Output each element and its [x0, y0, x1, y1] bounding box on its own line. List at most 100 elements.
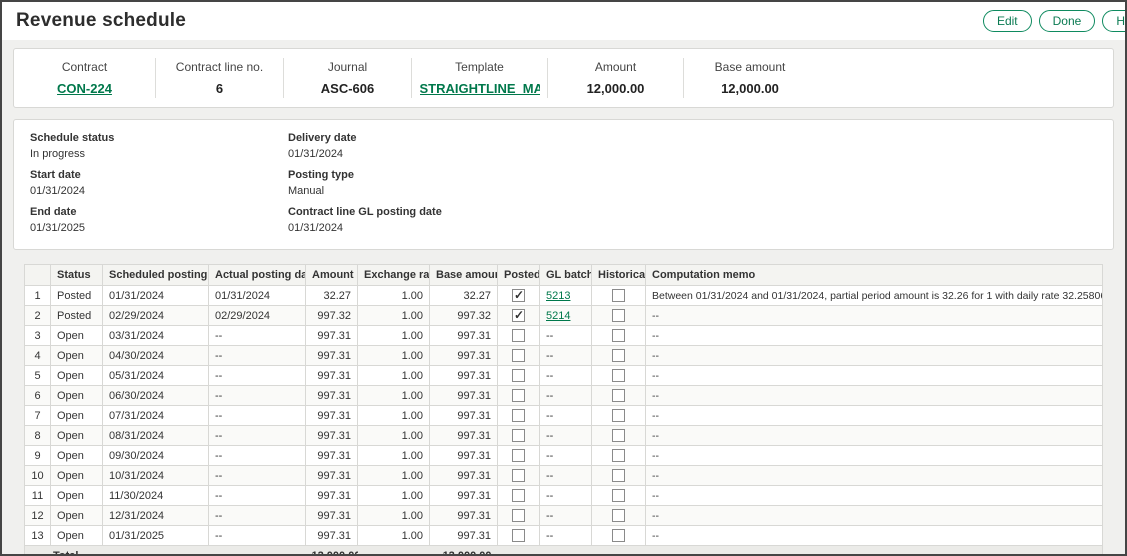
schedule-status-label: Schedule status [30, 132, 288, 144]
scheduled-posting-date-cell: 12/31/2024 [103, 506, 209, 526]
schedule-row: 11Open11/30/2024--997.311.00997.31---- [25, 486, 1103, 506]
historical-cell [592, 486, 646, 506]
scheduled-posting-date-cell: 05/31/2024 [103, 366, 209, 386]
gl-batch-link[interactable]: 5213 [546, 290, 570, 302]
summary-field-journal: Journal ASC-606 [284, 58, 412, 98]
schedule-row: 3Open03/31/2024--997.311.00997.31---- [25, 326, 1103, 346]
details-right-column: Delivery date 01/31/2024 Posting type Ma… [288, 132, 442, 243]
base-amount-cell: 997.31 [430, 526, 498, 546]
posted-checkbox[interactable] [512, 409, 525, 422]
posted-checkbox[interactable] [512, 449, 525, 462]
summary-field-base-amount: Base amount 12,000.00 [684, 58, 816, 98]
posted-checkbox[interactable] [512, 509, 525, 522]
historical-checkbox[interactable] [612, 329, 625, 342]
historical-checkbox[interactable] [612, 289, 625, 302]
posted-checkbox[interactable] [512, 369, 525, 382]
exchange-rate-cell: 1.00 [358, 326, 430, 346]
posting-type-field: Posting type Manual [288, 169, 442, 197]
base-amount-cell: 997.31 [430, 346, 498, 366]
status-cell: Open [51, 366, 103, 386]
column-header-exchange-rate: Exchange rate [358, 265, 430, 286]
historical-checkbox[interactable] [612, 429, 625, 442]
template-link[interactable]: STRAIGHTLINE_MANUAL [420, 81, 540, 96]
column-header-amount: Amount [306, 265, 358, 286]
row-number-cell: 4 [25, 346, 51, 366]
posted-checkbox[interactable] [512, 529, 525, 542]
schedule-table-head-row: StatusScheduled posting dateActual posti… [25, 265, 1103, 286]
historical-cell [592, 346, 646, 366]
total-spacer [646, 546, 1103, 555]
amount-cell: 997.31 [306, 346, 358, 366]
posted-checkbox[interactable] [512, 389, 525, 402]
scheduled-posting-date-cell: 10/31/2024 [103, 466, 209, 486]
base-amount-cell: 997.31 [430, 406, 498, 426]
amount-cell: 997.31 [306, 366, 358, 386]
computation-memo-cell: -- [646, 526, 1103, 546]
amount-cell: 997.31 [306, 506, 358, 526]
posted-checkbox[interactable] [512, 469, 525, 482]
base-amount-cell: 997.31 [430, 506, 498, 526]
historical-checkbox[interactable] [612, 529, 625, 542]
total-spacer [592, 546, 646, 555]
gl-batch-cell: -- [540, 326, 592, 346]
exchange-rate-cell: 1.00 [358, 306, 430, 326]
amount-cell: 997.31 [306, 406, 358, 426]
historical-checkbox[interactable] [612, 409, 625, 422]
amount-label: Amount [595, 60, 636, 74]
posted-checkbox[interactable] [512, 289, 525, 302]
delivery-date-field: Delivery date 01/31/2024 [288, 132, 442, 160]
schedule-status-value: In progress [30, 148, 288, 160]
scheduled-posting-date-cell: 06/30/2024 [103, 386, 209, 406]
exchange-rate-cell: 1.00 [358, 446, 430, 466]
posted-checkbox[interactable] [512, 489, 525, 502]
scheduled-posting-date-cell: 07/31/2024 [103, 406, 209, 426]
actual-posting-date-cell: 01/31/2024 [209, 286, 306, 306]
end-date-label: End date [30, 206, 288, 218]
exchange-rate-cell: 1.00 [358, 466, 430, 486]
historical-checkbox[interactable] [612, 509, 625, 522]
status-cell: Open [51, 466, 103, 486]
historical-cell [592, 286, 646, 306]
actual-posting-date-cell: -- [209, 366, 306, 386]
historical-checkbox[interactable] [612, 309, 625, 322]
gl-batch-cell: -- [540, 466, 592, 486]
row-number-cell: 7 [25, 406, 51, 426]
column-header-gl-batch: GL batch [540, 265, 592, 286]
contract-line-gl-posting-date-value: 01/31/2024 [288, 222, 442, 234]
historical-checkbox[interactable] [612, 389, 625, 402]
computation-memo-cell: -- [646, 446, 1103, 466]
summary-field-template: Template STRAIGHTLINE_MANUAL [412, 58, 548, 98]
total-label: Total [25, 546, 103, 555]
row-number-cell: 8 [25, 426, 51, 446]
computation-memo-cell: -- [646, 426, 1103, 446]
summary-card: Contract CON-224 Contract line no. 6 Jou… [13, 48, 1114, 108]
historical-checkbox[interactable] [612, 469, 625, 482]
schedule-table-body: 1Posted01/31/202401/31/202432.271.0032.2… [25, 286, 1103, 546]
amount-value: 12,000.00 [587, 81, 645, 96]
historical-checkbox[interactable] [612, 449, 625, 462]
gl-batch-cell: -- [540, 346, 592, 366]
posted-checkbox[interactable] [512, 329, 525, 342]
edit-button[interactable]: Edit [983, 10, 1032, 32]
contract-link[interactable]: CON-224 [57, 81, 112, 96]
schedule-row: 12Open12/31/2024--997.311.00997.31---- [25, 506, 1103, 526]
posted-checkbox[interactable] [512, 309, 525, 322]
historical-checkbox[interactable] [612, 369, 625, 382]
gl-batch-cell: -- [540, 426, 592, 446]
posted-checkbox[interactable] [512, 429, 525, 442]
historical-cell [592, 446, 646, 466]
gl-batch-link[interactable]: 5214 [546, 310, 570, 322]
help-button[interactable]: Help [1102, 10, 1127, 32]
historical-checkbox[interactable] [612, 349, 625, 362]
computation-memo-cell: -- [646, 326, 1103, 346]
exchange-rate-cell: 1.00 [358, 366, 430, 386]
actual-posting-date-cell: -- [209, 526, 306, 546]
actual-posting-date-cell: -- [209, 426, 306, 446]
historical-checkbox[interactable] [612, 489, 625, 502]
contract-label: Contract [62, 60, 107, 74]
base-amount-label: Base amount [715, 60, 786, 74]
posted-checkbox[interactable] [512, 349, 525, 362]
exchange-rate-cell: 1.00 [358, 526, 430, 546]
amount-cell: 997.31 [306, 426, 358, 446]
done-button[interactable]: Done [1039, 10, 1096, 32]
